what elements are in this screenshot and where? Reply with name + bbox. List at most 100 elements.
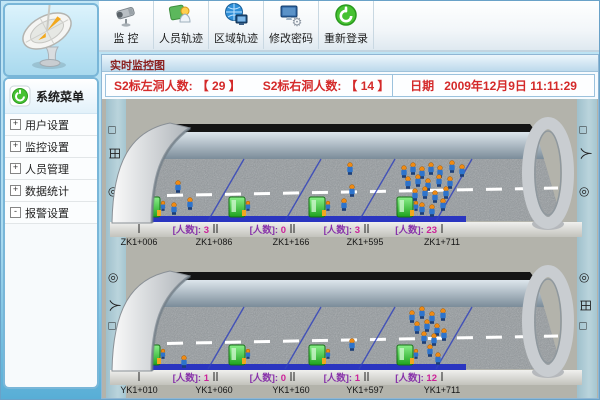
sidebar-item-label: 监控设置 bbox=[25, 139, 69, 155]
expand-icon[interactable]: + bbox=[10, 185, 21, 196]
person-marker bbox=[415, 175, 420, 187]
person-marker bbox=[422, 187, 427, 199]
relogin-button[interactable]: 重新登录 bbox=[319, 1, 374, 49]
person-marker bbox=[449, 161, 454, 173]
sidebar-item-label: 报警设置 bbox=[25, 205, 69, 221]
person-marker bbox=[326, 349, 330, 359]
datetime-value: 2009年12月9日 11:11:29 bbox=[444, 79, 577, 93]
right-tunnel-count-label: S2标右洞人数: bbox=[263, 77, 342, 94]
station-label: YK1+711 bbox=[424, 385, 461, 395]
status-bar: S2标左洞人数: 【 29 】 S2标右洞人数: 【 14 】 日期 2009年… bbox=[102, 72, 598, 99]
station-label: ZK1+711 bbox=[424, 237, 460, 247]
person-marker bbox=[175, 181, 180, 193]
person-marker bbox=[427, 345, 432, 357]
person-marker bbox=[349, 339, 354, 351]
left-tunnel-count-label: S2标左洞人数: bbox=[114, 77, 193, 94]
change-password-icon: ⚙ bbox=[278, 2, 305, 29]
person-marker bbox=[347, 163, 352, 175]
relogin-button-label: 重新登录 bbox=[324, 30, 368, 46]
relogin-icon bbox=[333, 2, 360, 29]
person-marker bbox=[428, 163, 433, 175]
reader-box bbox=[229, 197, 246, 217]
sidebar-item-label: 用户设置 bbox=[25, 117, 69, 133]
sidebar-item-personnel-management[interactable]: + 人员管理 bbox=[5, 158, 97, 180]
sidebar-item-label: 人员管理 bbox=[25, 161, 69, 177]
station-label: YK1+160 bbox=[272, 385, 309, 395]
tunnel-wall bbox=[160, 132, 544, 159]
datetime-display: 日期 2009年12月9日 11:11:29 bbox=[393, 77, 594, 94]
person-marker bbox=[171, 203, 176, 215]
menu-header: 系统菜单 bbox=[5, 79, 97, 114]
toolbar: 监 控 人员轨迹 区域轨迹 ⚙ bbox=[99, 1, 600, 52]
sidebar-item-data-statistics[interactable]: + 数据统计 bbox=[5, 180, 97, 202]
tunnel-roof-edge bbox=[166, 272, 536, 280]
expand-icon[interactable]: + bbox=[10, 119, 21, 130]
person-track-icon bbox=[168, 2, 195, 29]
right-tunnel-count-value: 【 14 】 bbox=[345, 77, 389, 94]
person-marker bbox=[429, 312, 434, 324]
section-count-label: [人数]: 3 bbox=[324, 224, 360, 236]
person-track-button[interactable]: 人员轨迹 bbox=[154, 1, 209, 49]
person-marker bbox=[401, 166, 406, 178]
person-marker bbox=[419, 307, 424, 319]
tab-realtime-monitor[interactable]: 实时监控图 bbox=[102, 55, 598, 72]
person-marker bbox=[459, 165, 464, 177]
person-marker bbox=[410, 163, 415, 175]
svg-text:⚙: ⚙ bbox=[291, 15, 302, 29]
person-marker bbox=[161, 201, 165, 211]
station-label: YK1+010 bbox=[120, 385, 157, 395]
station-label: ZK1+595 bbox=[347, 237, 384, 247]
person-marker bbox=[161, 349, 165, 359]
person-marker bbox=[429, 205, 434, 217]
left-tunnel-diagram: ZK1+006ZK1+086ZK1+166ZK1+595ZK1+711[人数]:… bbox=[110, 111, 582, 251]
expand-icon[interactable]: - bbox=[10, 207, 21, 218]
section-count-label: [人数]: 0 bbox=[250, 224, 286, 236]
monitor-button-label: 监 控 bbox=[113, 30, 138, 46]
satellite-dish-icon bbox=[5, 5, 93, 71]
person-marker bbox=[424, 320, 429, 332]
person-marker bbox=[246, 349, 250, 359]
station-label: ZK1+006 bbox=[121, 237, 158, 247]
person-marker bbox=[432, 191, 437, 203]
date-prefix: 日期 bbox=[410, 79, 434, 93]
person-marker bbox=[436, 175, 441, 187]
region-track-button[interactable]: 区域轨迹 bbox=[209, 1, 264, 49]
section-count-label: [人数]: 1 bbox=[324, 372, 361, 384]
person-marker bbox=[349, 185, 354, 197]
monitor-button[interactable]: 监 控 bbox=[99, 1, 154, 49]
tunnel-wall bbox=[160, 280, 544, 307]
person-marker bbox=[414, 322, 419, 334]
section-count-label: [人数]: 1 bbox=[173, 372, 210, 384]
person-marker bbox=[405, 177, 410, 189]
person-marker bbox=[187, 198, 192, 210]
station-label: ZK1+086 bbox=[196, 237, 233, 247]
expand-icon[interactable]: + bbox=[10, 163, 21, 174]
section-count-label: [人数]: 3 bbox=[173, 224, 209, 236]
person-marker bbox=[412, 189, 417, 201]
right-tunnel-diagram: YK1+010YK1+060YK1+160YK1+597YK1+711[人数]:… bbox=[110, 259, 582, 398]
section-count-label: [人数]: 12 bbox=[395, 372, 437, 384]
person-marker bbox=[431, 334, 436, 346]
sidebar-item-monitor-settings[interactable]: + 监控设置 bbox=[5, 136, 97, 158]
expand-icon[interactable]: + bbox=[10, 141, 21, 152]
person-marker bbox=[447, 177, 452, 189]
person-track-button-label: 人员轨迹 bbox=[159, 30, 203, 46]
logo-panel bbox=[3, 3, 99, 77]
sidebar-item-alarm-settings[interactable]: - 报警设置 bbox=[5, 202, 97, 224]
change-password-button[interactable]: ⚙ 修改密码 bbox=[264, 1, 319, 49]
road-edge-bar bbox=[118, 364, 466, 370]
person-marker bbox=[246, 201, 250, 211]
person-marker bbox=[435, 353, 440, 365]
section-count-label: [人数]: 23 bbox=[395, 224, 437, 236]
person-marker bbox=[419, 203, 424, 215]
person-marker bbox=[341, 199, 346, 211]
person-marker bbox=[326, 201, 330, 211]
person-marker bbox=[443, 187, 448, 199]
camera-icon bbox=[113, 2, 140, 29]
station-label: YK1+597 bbox=[346, 385, 383, 395]
reader-box bbox=[397, 197, 414, 217]
person-marker bbox=[409, 311, 414, 323]
status-bar-inner: S2标左洞人数: 【 29 】 S2标右洞人数: 【 14 】 日期 2009年… bbox=[105, 74, 595, 97]
person-marker bbox=[421, 332, 426, 344]
sidebar-item-user-settings[interactable]: + 用户设置 bbox=[5, 114, 97, 136]
